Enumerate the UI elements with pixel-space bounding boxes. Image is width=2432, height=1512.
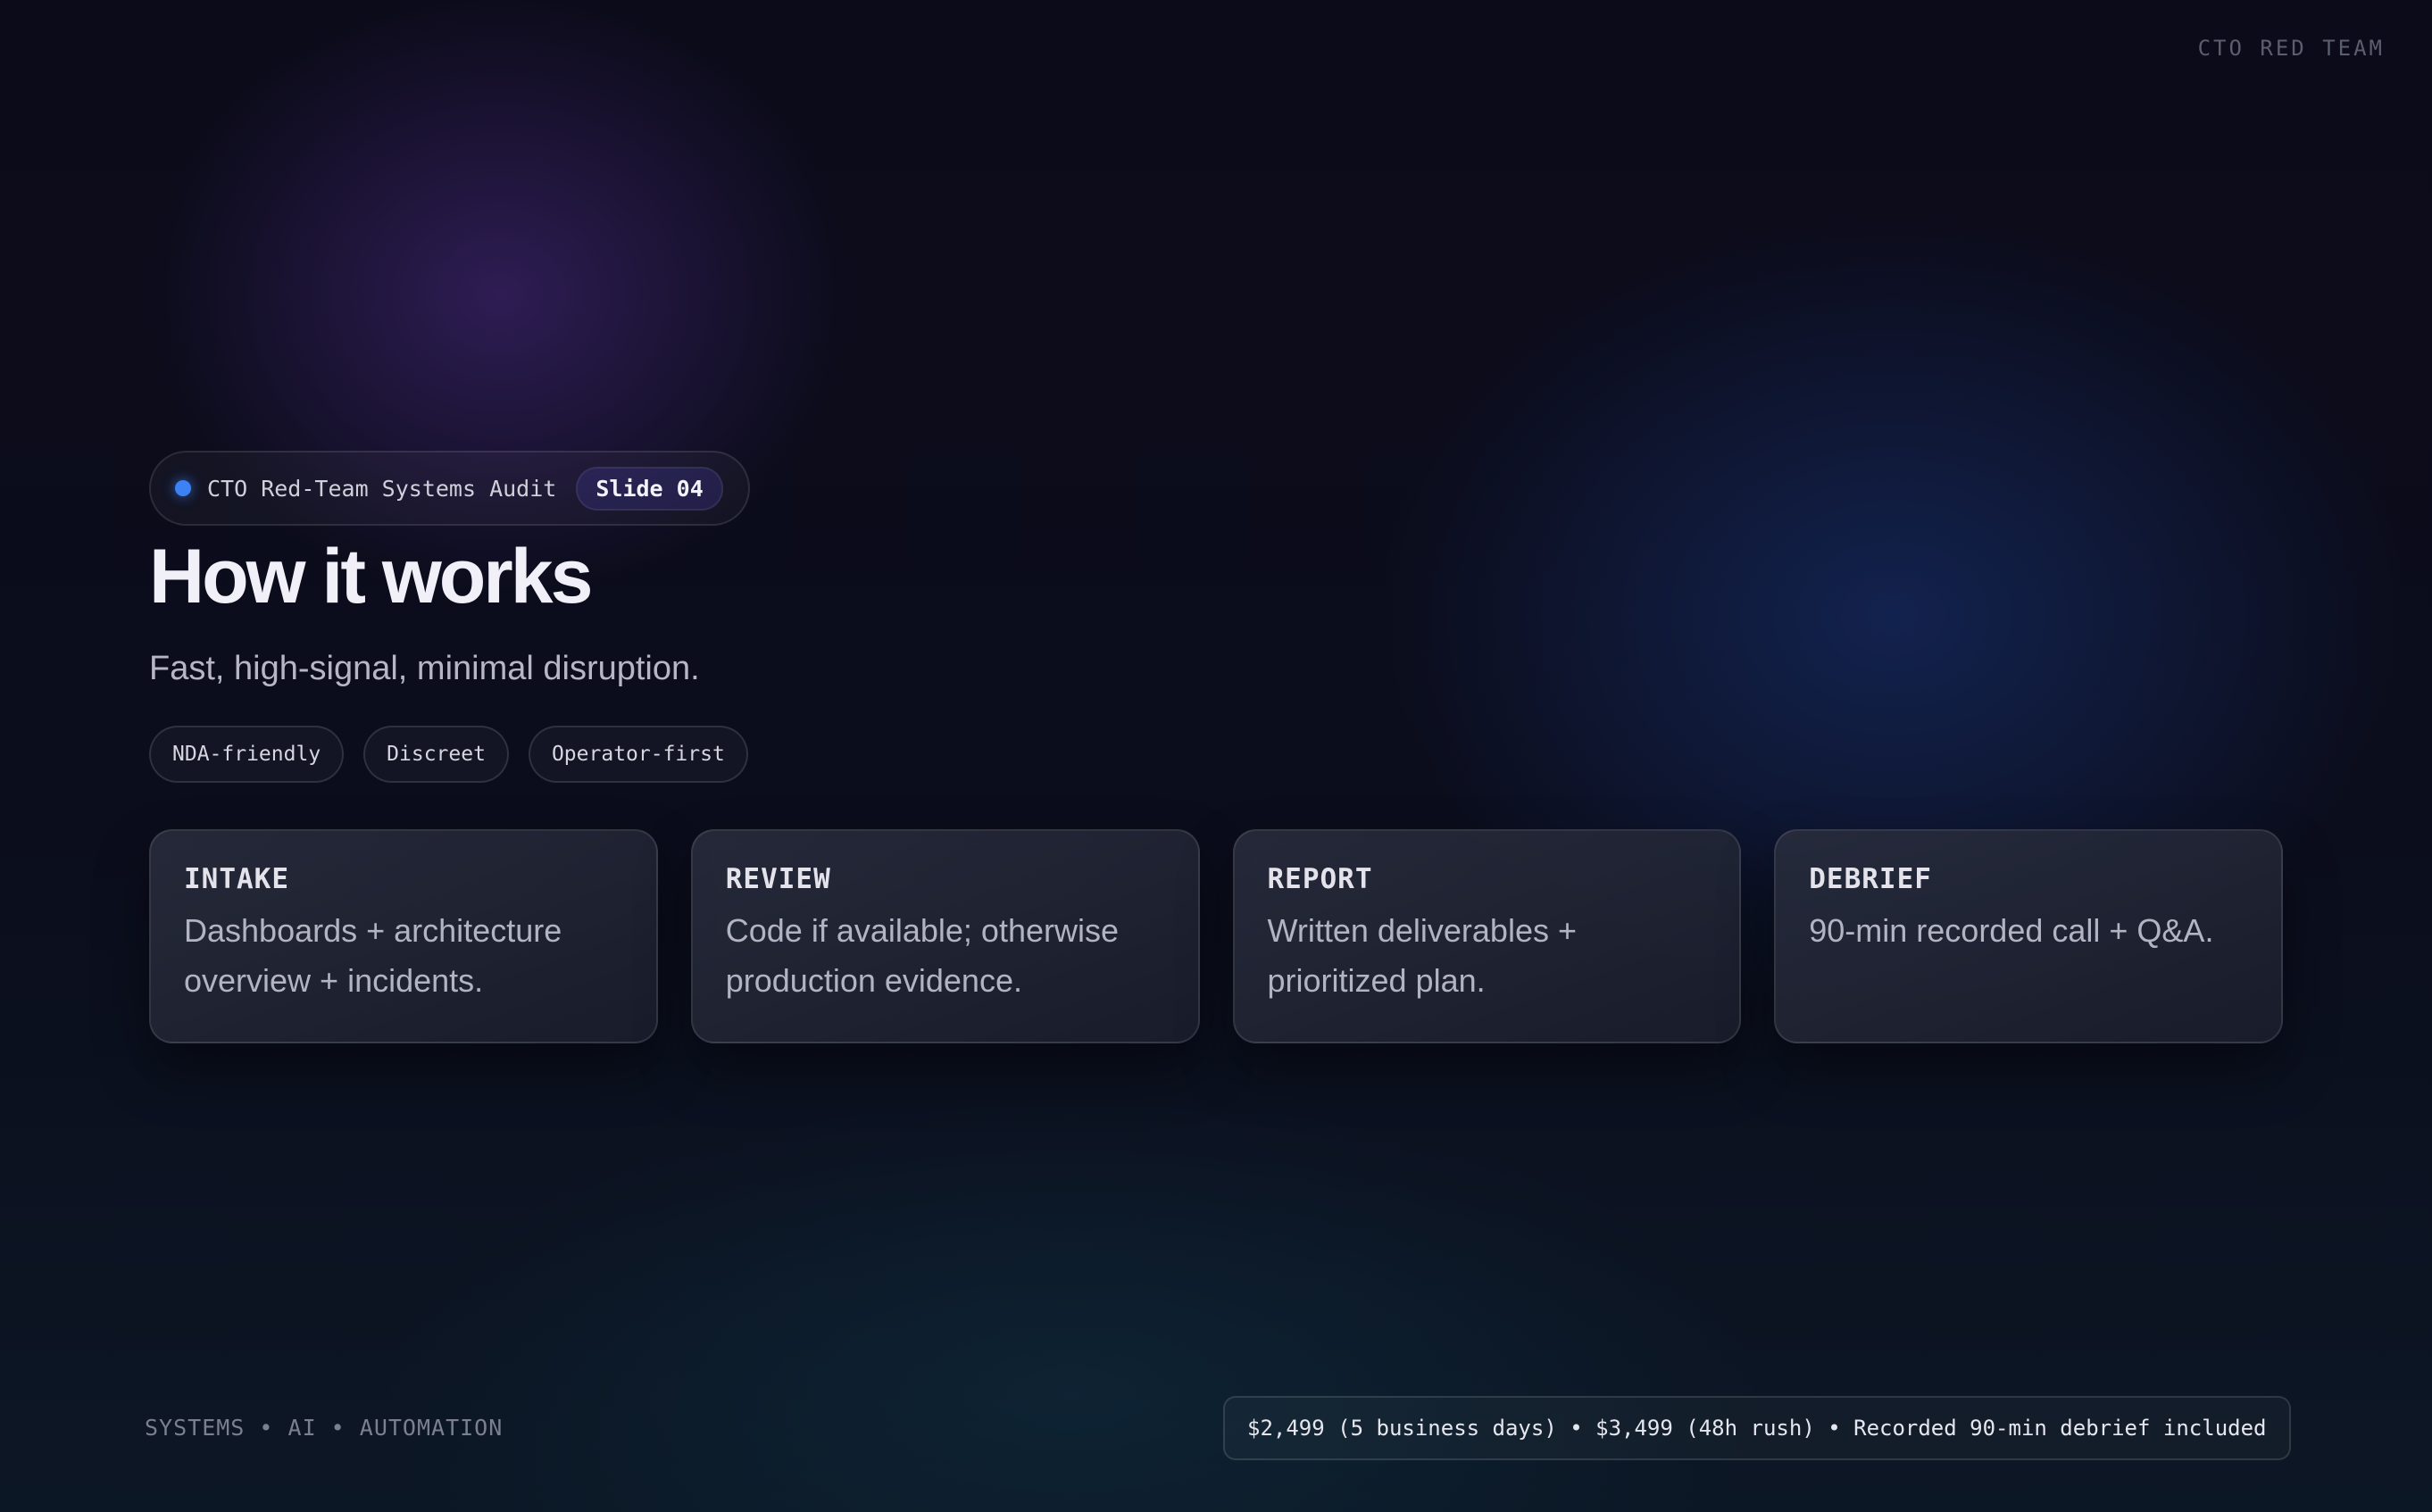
tag-list: NDA-friendly Discreet Operator-first [149,725,2283,783]
header-pill: CTO Red-Team Systems Audit Slide 04 [149,451,750,526]
step-card-intake: INTAKE Dashboards + architecture overvie… [149,828,658,1043]
page-title: How it works [149,534,593,619]
status-dot-icon [175,480,191,496]
brand-label: CTO RED TEAM [2197,36,2385,61]
step-card-report: REPORT Written deliverables + prioritize… [1232,828,1742,1043]
tag-discreet: Discreet [363,725,509,783]
step-title: DEBRIEF [1809,862,1932,895]
step-cards: INTAKE Dashboards + architecture overvie… [149,828,2283,1043]
footer-tagline: SYSTEMS • AI • AUTOMATION [145,1415,504,1441]
deck-label: CTO Red-Team Systems Audit [207,475,557,502]
slide-content: CTO Red-Team Systems Audit Slide 04 How … [149,451,2283,1043]
tag-operator-first: Operator-first [528,725,748,783]
step-description: Dashboards + architecture overview + inc… [184,911,562,999]
step-card-debrief: DEBRIEF 90-min recorded call + Q&A. [1774,828,2283,1043]
page-subtitle: Fast, high-signal, minimal disruption. [149,649,700,687]
step-description: 90-min recorded call + Q&A. [1809,911,2214,949]
step-title: INTAKE [184,862,289,895]
step-description: Code if available; otherwise production … [725,911,1119,999]
slide-number-badge: Slide 04 [576,466,723,511]
step-card-review: REVIEW Code if available; otherwise prod… [690,828,1200,1043]
step-title: REVIEW [725,862,831,895]
step-title: REPORT [1267,862,1373,895]
pricing-badge: $2,499 (5 business days) • $3,499 (48h r… [1223,1396,2291,1460]
tag-nda-friendly: NDA-friendly [149,725,345,783]
step-description: Written deliverables + prioritized plan. [1267,911,1578,999]
